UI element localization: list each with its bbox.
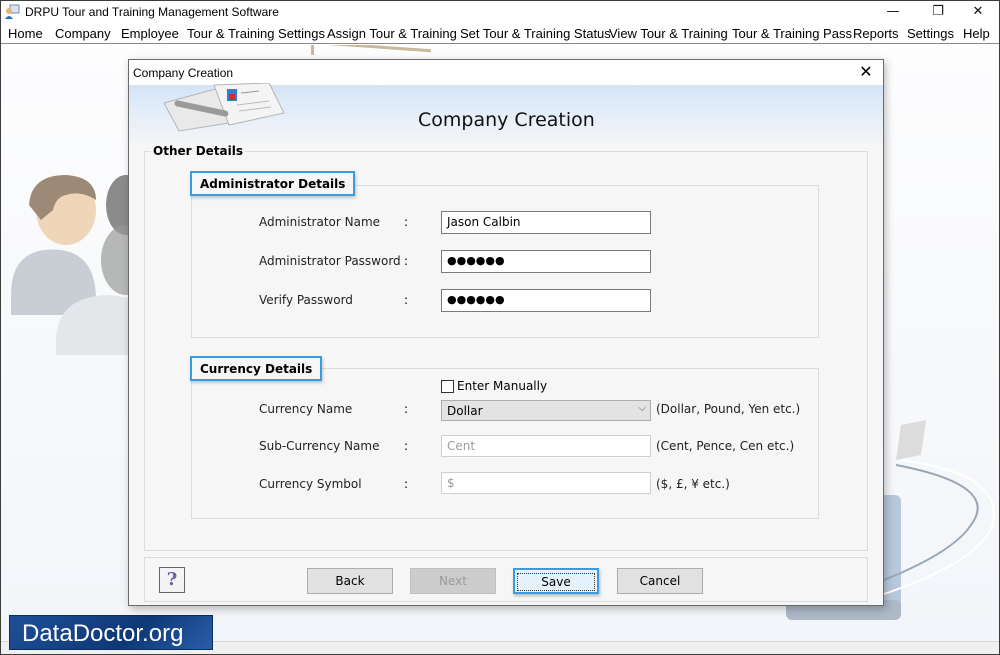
minimize-button[interactable]: —: [871, 1, 915, 23]
colon: :: [404, 254, 409, 268]
banner-title: Company Creation: [418, 109, 595, 131]
verify-password-input[interactable]: ●●●●●●: [441, 289, 651, 312]
currency-name-hint: (Dollar, Pound, Yen etc.): [656, 402, 801, 416]
button-bar: [144, 557, 868, 602]
app-window: DRPU Tour and Training Management Softwa…: [0, 0, 1000, 655]
administrator-details-label: Administrator Details: [190, 171, 356, 196]
menu-reports[interactable]: Reports: [853, 26, 899, 41]
menu-set-tour-training-status[interactable]: Set Tour & Training Status: [460, 26, 611, 41]
currency-symbol-input[interactable]: $: [441, 472, 651, 494]
other-details-label: Other Details: [151, 144, 246, 158]
menu-view-tour-training[interactable]: View Tour & Training: [609, 26, 728, 41]
checkbox-box[interactable]: [441, 379, 454, 393]
cancel-button[interactable]: Cancel: [617, 568, 703, 594]
title-bar: DRPU Tour and Training Management Softwa…: [1, 1, 999, 23]
sub-currency-name-input[interactable]: Cent: [441, 435, 651, 457]
administrator-password-label: Administrator Password: [259, 254, 401, 268]
currency-name-label: Currency Name: [259, 402, 353, 416]
colon: :: [404, 402, 409, 416]
colon: :: [404, 477, 409, 491]
back-button[interactable]: Back: [307, 568, 393, 594]
company-creation-dialog: Company Creation ✕ Company Creation Othe…: [128, 59, 884, 606]
enter-manually-label: Enter Manually: [457, 379, 548, 393]
help-button[interactable]: ?: [159, 567, 185, 593]
verify-password-label: Verify Password: [259, 293, 353, 307]
datadoctor-logo: DataDoctor.org: [9, 615, 213, 650]
menu-bar: Home Company Employee Tour & Training Se…: [1, 23, 999, 44]
enter-manually-checkbox[interactable]: Enter Manually: [441, 379, 547, 393]
close-button[interactable]: ✕: [956, 1, 1000, 23]
notebook-pen-icon: [163, 83, 285, 132]
administrator-name-input[interactable]: Jason Calbin: [441, 211, 651, 234]
menu-assign-tour-training[interactable]: Assign Tour & Training: [327, 26, 457, 41]
currency-symbol-label: Currency Symbol: [259, 477, 362, 491]
colon: :: [404, 215, 409, 229]
currency-details-label: Currency Details: [190, 356, 323, 381]
currency-symbol-hint: ($, £, ¥ etc.): [656, 477, 730, 491]
next-button[interactable]: Next: [410, 568, 496, 594]
administrator-password-input[interactable]: ●●●●●●: [441, 250, 651, 273]
menu-tour-training-settings[interactable]: Tour & Training Settings: [187, 26, 325, 41]
menu-help[interactable]: Help: [963, 26, 990, 41]
menu-tour-training-pass[interactable]: Tour & Training Pass: [732, 26, 852, 41]
app-title: DRPU Tour and Training Management Softwa…: [25, 5, 279, 19]
question-mark-icon: ?: [166, 569, 178, 590]
dialog-title-bar: Company Creation ✕: [129, 60, 883, 85]
app-icon: [5, 4, 20, 19]
maximize-button[interactable]: ❐: [916, 1, 960, 23]
currency-name-selected: Dollar: [447, 404, 483, 418]
background-people-graphic: [11, 175, 141, 355]
menu-settings[interactable]: Settings: [907, 26, 954, 41]
currency-name-dropdown[interactable]: Dollar ⌵: [441, 400, 651, 421]
dialog-banner: Company Creation: [129, 83, 883, 147]
sub-currency-name-hint: (Cent, Pence, Cen etc.): [656, 439, 795, 453]
administrator-name-label: Administrator Name: [259, 215, 381, 229]
chevron-down-icon[interactable]: ⌵: [638, 403, 646, 414]
save-button-label: Save: [517, 573, 595, 591]
sub-currency-name-label: Sub-Currency Name: [259, 439, 380, 453]
save-button[interactable]: Save: [513, 568, 599, 594]
dialog-close-button[interactable]: ✕: [855, 62, 877, 82]
colon: :: [404, 293, 409, 307]
menu-employee[interactable]: Employee: [121, 26, 179, 41]
colon: :: [404, 439, 409, 453]
menu-company[interactable]: Company: [55, 26, 111, 41]
dialog-title: Company Creation: [133, 66, 234, 80]
menu-home[interactable]: Home: [8, 26, 43, 41]
